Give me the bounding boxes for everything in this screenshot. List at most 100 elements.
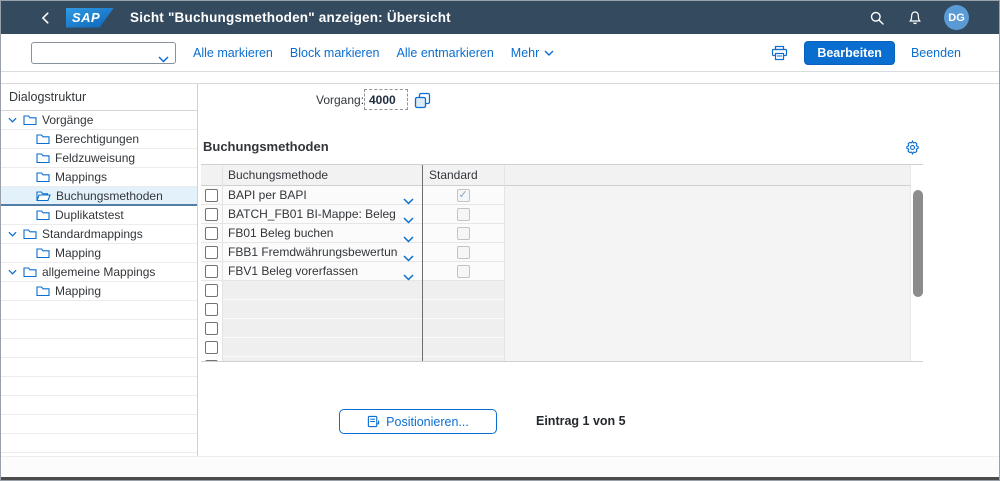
folder-icon: [36, 152, 50, 164]
methode-value: FBV1 Beleg vorerfassen: [228, 264, 358, 278]
sidebar-item-buchungsmethoden[interactable]: Buchungsmethoden: [1, 187, 197, 206]
chevron-down-icon: [544, 50, 554, 56]
methode-value: FB01 Beleg buchen: [228, 226, 333, 240]
position-button[interactable]: Positionieren...: [339, 409, 497, 434]
standard-checkbox[interactable]: [457, 246, 470, 259]
sap-logo: SAP: [66, 8, 114, 28]
toolbar-right: Bearbeiten Beenden: [771, 41, 961, 65]
position-button-label: Positionieren...: [386, 415, 469, 429]
column-header-buchungsmethode[interactable]: Buchungsmethode: [228, 168, 328, 182]
methode-value: BAPI per BAPI: [228, 188, 307, 202]
exit-button[interactable]: Beenden: [911, 46, 961, 60]
shell-actions: DG: [868, 5, 999, 30]
row-select-checkbox[interactable]: [205, 303, 218, 316]
row-select-checkbox[interactable]: [205, 360, 218, 363]
copy-icon[interactable]: [412, 90, 432, 110]
chevron-down-icon[interactable]: [158, 50, 169, 68]
chevron-down-icon[interactable]: [8, 269, 20, 275]
table-empty-row: [201, 300, 504, 319]
tree-empty-row: [1, 301, 197, 320]
folder-open-icon: [36, 190, 51, 202]
methode-cell[interactable]: FBV1 Beleg vorerfassen: [222, 262, 422, 280]
edit-button[interactable]: Bearbeiten: [804, 41, 895, 65]
deselect-all-button[interactable]: Alle entmarkieren: [397, 46, 494, 60]
row-select-checkbox[interactable]: [205, 322, 218, 335]
vorgang-label: Vorgang:: [316, 93, 364, 107]
row-select-checkbox[interactable]: [205, 284, 218, 297]
row-select-checkbox[interactable]: [205, 208, 218, 221]
column-divider: [422, 165, 423, 361]
toolbar: Alle markieren Block markieren Alle entm…: [1, 34, 999, 72]
tree-empty-row: [1, 377, 197, 396]
standard-checkbox[interactable]: [457, 189, 470, 202]
sidebar-item-allgemeine-mappings[interactable]: allgemeine Mappings: [1, 263, 197, 282]
row-select-checkbox[interactable]: [205, 341, 218, 354]
page-title: Sicht "Buchungsmethoden" anzeigen: Übers…: [130, 10, 451, 25]
dialog-structure-panel: Dialogstruktur Vorgänge Berechtigungen F…: [1, 84, 198, 456]
sidebar-item-mapping-2[interactable]: Mapping: [1, 282, 197, 301]
avatar[interactable]: DG: [944, 5, 969, 30]
sidebar-item-label: Standardmappings: [42, 227, 143, 241]
methode-cell[interactable]: BAPI per BAPI: [222, 186, 422, 204]
shell-header: SAP Sicht "Buchungsmethoden" anzeigen: Ü…: [1, 1, 999, 34]
standard-checkbox[interactable]: [457, 265, 470, 278]
sidebar-item-label: Buchungsmethoden: [56, 189, 163, 203]
position-icon: [367, 415, 380, 428]
window-bottom-edge: [1, 477, 999, 480]
column-divider: [222, 165, 223, 361]
main-panel: Vorgang: 4000 Buchungsmethoden Buchungsm…: [198, 84, 999, 456]
sidebar-item-berechtigungen[interactable]: Berechtigungen: [1, 130, 197, 149]
sidebar-item-label: Mappings: [55, 170, 107, 184]
methode-cell[interactable]: FB01 Beleg buchen: [222, 224, 422, 242]
folder-icon: [36, 171, 50, 183]
row-select-checkbox[interactable]: [205, 246, 218, 259]
methode-cell[interactable]: BATCH_FB01 BI-Mappe: Beleg buc...: [222, 205, 422, 223]
row-select-checkbox[interactable]: [205, 189, 218, 202]
sap-window: SAP Sicht "Buchungsmethoden" anzeigen: Ü…: [0, 0, 1000, 481]
sidebar-item-standardmappings[interactable]: Standardmappings: [1, 225, 197, 244]
row-select-checkbox[interactable]: [205, 265, 218, 278]
table-row: FBV1 Beleg vorerfassen: [201, 262, 504, 281]
sidebar-item-mapping-1[interactable]: Mapping: [1, 244, 197, 263]
scrollbar-thumb[interactable]: [913, 190, 923, 297]
table-header: Buchungsmethode Standard: [201, 165, 910, 186]
search-icon[interactable]: [868, 9, 886, 27]
table-empty-row: [201, 357, 504, 362]
more-menu-button[interactable]: Mehr: [511, 46, 554, 60]
table-row: FB01 Beleg buchen: [201, 224, 504, 243]
command-input[interactable]: [36, 44, 151, 62]
sidebar-item-label: Vorgänge: [42, 113, 93, 127]
vorgang-field[interactable]: 4000: [364, 89, 408, 110]
print-icon[interactable]: [771, 45, 788, 61]
back-button[interactable]: [31, 11, 61, 25]
column-header-standard[interactable]: Standard: [429, 168, 478, 182]
methode-cell[interactable]: FBB1 Fremdwährungsbewertung bu...: [222, 243, 422, 261]
chevron-down-icon[interactable]: [8, 117, 20, 123]
table-body: BAPI per BAPI BATCH_FB01 BI-Mappe: Beleg…: [201, 186, 910, 361]
section-title: Buchungsmethoden: [203, 139, 329, 154]
bell-icon[interactable]: [906, 9, 924, 27]
entry-status: Eintrag 1 von 5: [536, 414, 626, 428]
footer-strip: [1, 456, 999, 479]
folder-icon: [36, 247, 50, 259]
sidebar-item-duplikatstest[interactable]: Duplikatstest: [1, 206, 197, 225]
sidebar-item-label: Mapping: [55, 284, 101, 298]
sidebar-item-mappings[interactable]: Mappings: [1, 168, 197, 187]
row-select-checkbox[interactable]: [205, 227, 218, 240]
command-combobox[interactable]: [31, 42, 176, 64]
methode-value: FBB1 Fremdwährungsbewertung bu...: [228, 245, 398, 259]
chevron-down-icon[interactable]: [8, 231, 20, 237]
folder-icon: [36, 285, 50, 297]
vertical-scrollbar[interactable]: [910, 165, 923, 361]
sap-logo-text: SAP: [72, 10, 100, 25]
standard-checkbox[interactable]: [457, 227, 470, 240]
gear-icon[interactable]: [905, 140, 920, 160]
sidebar-item-label: Berechtigungen: [55, 132, 139, 146]
standard-checkbox[interactable]: [457, 208, 470, 221]
select-block-button[interactable]: Block markieren: [290, 46, 380, 60]
table-empty-row: [201, 338, 504, 357]
tree-empty-row: [1, 320, 197, 339]
sidebar-item-vorgaenge[interactable]: Vorgänge: [1, 111, 197, 130]
select-all-button[interactable]: Alle markieren: [193, 46, 273, 60]
sidebar-item-feldzuweisung[interactable]: Feldzuweisung: [1, 149, 197, 168]
